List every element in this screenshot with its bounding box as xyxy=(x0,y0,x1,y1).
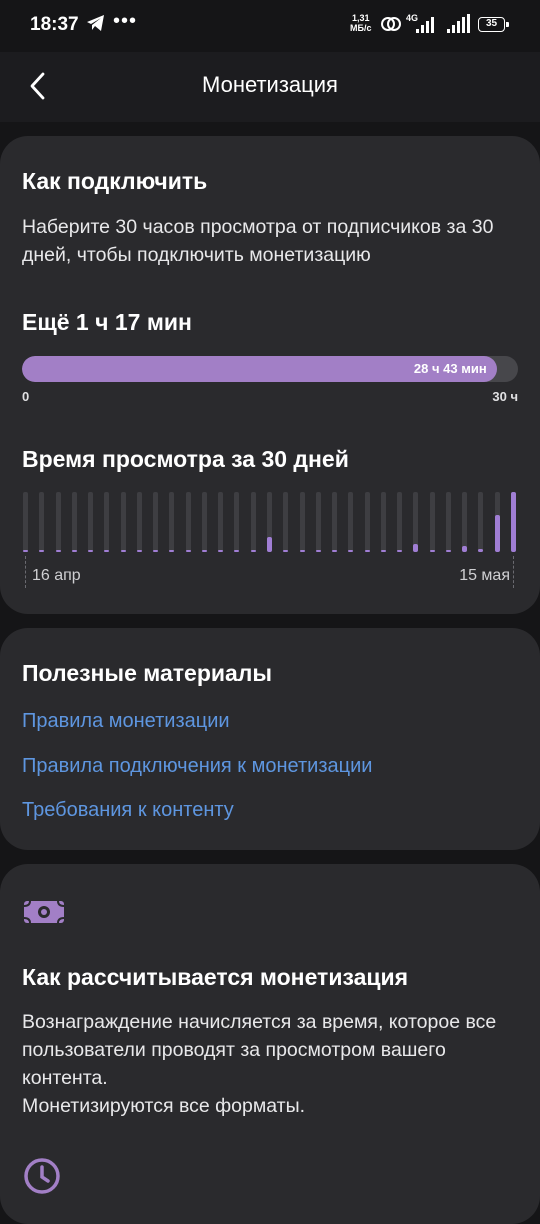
chart-bar-track xyxy=(332,492,338,552)
chart-bar-track xyxy=(250,492,256,552)
chart-bar-track xyxy=(104,492,110,552)
calculation-text: Вознаграждение начисляется за время, кот… xyxy=(22,1008,522,1120)
calculation-text-line2: Монетизируются все форматы. xyxy=(22,1095,306,1117)
chart-bar xyxy=(201,550,207,552)
hotspot-link-icon xyxy=(380,14,402,39)
chart-bar xyxy=(120,550,126,552)
chart-bar-track xyxy=(348,492,354,552)
chart-bar-track xyxy=(23,492,28,552)
chart-bar-track xyxy=(136,492,142,552)
status-bar: 18:37 ••• 1,31 МБ/с 4G 35 xyxy=(0,0,540,52)
chart-bar-track xyxy=(234,492,240,552)
chart-bar xyxy=(169,550,175,552)
chart-bar xyxy=(413,543,419,552)
chart-bar-track xyxy=(153,492,159,552)
chart-bar xyxy=(429,549,435,552)
chart-bar xyxy=(267,537,272,552)
how-to-connect-card: Как подключить Наберите 30 часов просмот… xyxy=(0,136,540,614)
network-speed: 1,31 МБ/с xyxy=(350,13,371,33)
chart-bar xyxy=(445,549,451,552)
chart-bar xyxy=(380,550,386,552)
watch-time-chart: 16 апр 15 мая xyxy=(22,486,520,606)
chart-bar-track xyxy=(478,492,484,552)
progress-min-label: 0 xyxy=(22,389,30,404)
battery-icon: 35 xyxy=(478,17,509,32)
chart-bar xyxy=(23,550,28,552)
chart-bar xyxy=(153,550,159,552)
chart-bar-track xyxy=(380,492,386,552)
chart-bar xyxy=(315,550,321,552)
chart-bar xyxy=(234,550,240,552)
chart-end-label: 15 мая xyxy=(459,567,510,584)
chart-bar xyxy=(88,550,94,552)
link-monetization-rules[interactable]: Правила монетизации xyxy=(22,710,230,733)
chart-bar-track xyxy=(120,492,126,552)
more-notifications-icon: ••• xyxy=(113,10,138,32)
chart-bar xyxy=(494,514,500,552)
network-speed-unit: МБ/с xyxy=(350,23,372,33)
chart-bar-track xyxy=(315,492,321,552)
chart-bar-track xyxy=(39,492,45,552)
chart-bar xyxy=(332,550,338,552)
calculation-card: Как рассчитывается монетизация Вознаграж… xyxy=(0,864,540,1224)
watch-time-title: Время просмотра за 30 дней xyxy=(22,446,349,472)
chart-bar xyxy=(348,550,354,552)
chart-bar-track xyxy=(185,492,191,552)
progress-value-label: 28 ч 43 мин xyxy=(413,361,487,376)
chart-start-marker xyxy=(25,556,26,588)
useful-materials-card: Полезные материалы Правила монетизации П… xyxy=(0,628,540,850)
link-content-requirements[interactable]: Требования к контенту xyxy=(22,799,234,822)
link-connection-rules[interactable]: Правила подключения к монетизации xyxy=(22,755,372,778)
network-speed-value: 1,31 xyxy=(351,13,370,23)
app-header: Монетизация xyxy=(0,52,540,122)
chart-bar-track xyxy=(218,492,224,552)
watch-progress-bar: 28 ч 43 мин xyxy=(22,356,518,382)
how-to-connect-description: Наберите 30 часов просмотра от подписчик… xyxy=(22,216,494,266)
calculation-title: Как рассчитывается монетизация xyxy=(22,964,409,990)
chart-bar-track xyxy=(429,492,435,552)
how-to-connect-title: Как подключить xyxy=(22,168,208,194)
watch-progress-fill: 28 ч 43 мин xyxy=(22,356,497,382)
useful-materials-title: Полезные материалы xyxy=(22,660,273,686)
page-title: Монетизация xyxy=(202,72,338,97)
chart-bar xyxy=(185,550,191,552)
chart-bar xyxy=(250,550,256,552)
chart-bar xyxy=(39,550,45,552)
chart-bar-track xyxy=(283,492,289,552)
money-icon xyxy=(22,896,66,933)
progress-max-label: 30 ч xyxy=(492,389,518,404)
chart-bar xyxy=(104,550,110,552)
chart-bar-track xyxy=(88,492,94,552)
calculation-text-line1: Вознаграждение начисляется за время, кот… xyxy=(22,1011,497,1089)
chart-bar-track xyxy=(71,492,77,552)
chart-bar xyxy=(299,550,305,552)
chart-bar xyxy=(283,550,289,552)
chart-bar-track xyxy=(445,492,451,552)
status-time: 18:37 xyxy=(30,14,79,35)
chart-start-label: 16 апр xyxy=(32,567,81,584)
chart-bar-track xyxy=(55,492,61,552)
telegram-icon xyxy=(86,14,106,37)
clock-icon xyxy=(22,1156,62,1201)
chart-bar xyxy=(136,550,142,552)
chart-bar xyxy=(55,550,61,552)
chart-bar xyxy=(397,550,403,552)
signal-icon xyxy=(443,13,473,40)
chart-bar xyxy=(218,550,224,552)
chart-bar xyxy=(71,550,77,552)
chart-bar-track xyxy=(462,492,468,552)
chart-bar xyxy=(511,492,516,552)
chart-bar-track xyxy=(364,492,370,552)
remaining-time: Ещё 1 ч 17 мин xyxy=(22,309,192,335)
chart-bar-track xyxy=(169,492,175,552)
chart-bar-track xyxy=(397,492,403,552)
chart-bar xyxy=(364,550,370,552)
chart-bar xyxy=(478,549,484,552)
chart-bar xyxy=(462,546,468,552)
chart-end-marker xyxy=(513,556,514,588)
chart-bar-track xyxy=(299,492,305,552)
chart-bar-track xyxy=(201,492,207,552)
